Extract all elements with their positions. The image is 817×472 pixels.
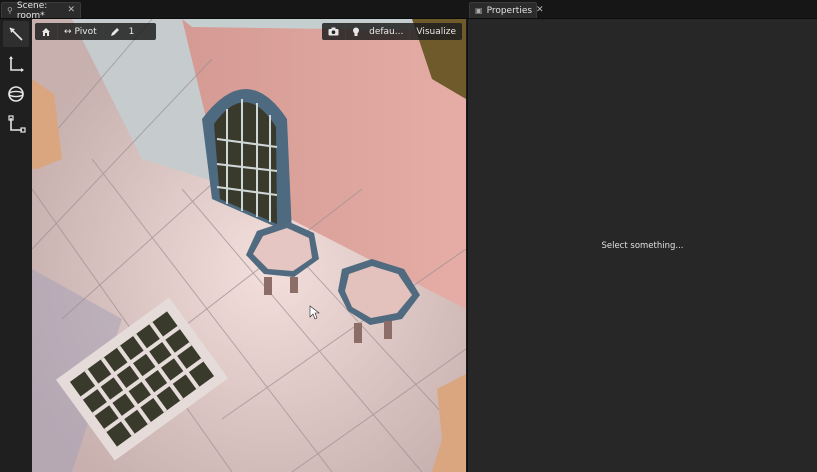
camera-button[interactable] (322, 23, 345, 40)
home-icon (42, 27, 50, 36)
tab-bar: ⚲ Scene: room* ✕ ▣ Properties ✕ (0, 0, 817, 21)
scene-viewport[interactable]: ↔ Pivot 1 defau... Visualize (32, 19, 466, 472)
visualize-label: Visualize (416, 26, 456, 37)
viewport-toolbar-right: defau... Visualize (322, 23, 462, 40)
tab-scene[interactable]: ⚲ Scene: room* ✕ (1, 0, 81, 21)
pencil-icon (110, 27, 119, 36)
lighting-dropdown[interactable]: defau... (346, 23, 409, 40)
visualize-dropdown[interactable]: Visualize (410, 23, 462, 40)
camera-icon (328, 27, 339, 36)
move-tool[interactable] (3, 51, 29, 77)
select-tool[interactable] (3, 21, 29, 47)
scale-tool[interactable] (3, 111, 29, 137)
window-icon: ▣ (475, 6, 483, 15)
axis-move-icon (9, 56, 24, 72)
properties-empty-hint: Select something... (601, 241, 684, 251)
lighting-label: defau... (369, 26, 404, 37)
arrow-icon (9, 27, 23, 41)
tool-column (0, 19, 33, 472)
tab-properties[interactable]: ▣ Properties ✕ (469, 2, 544, 18)
sphere-rotate-icon (8, 86, 24, 102)
lightbulb-icon (353, 27, 360, 36)
axis-scale-icon (8, 115, 26, 133)
scene-icon: ⚲ (7, 6, 13, 15)
pivot-icon: ↔ (64, 26, 72, 37)
pivot-toggle[interactable]: ↔ Pivot (58, 23, 103, 40)
tab-scene-label: Scene: room* (16, 0, 48, 21)
tab-properties-label: Properties (486, 5, 533, 16)
close-icon[interactable]: ✕ (67, 6, 75, 15)
brush-size-field[interactable]: 1 (104, 23, 156, 40)
scene-render (32, 19, 466, 472)
close-icon[interactable]: ✕ (536, 6, 544, 15)
rotate-tool[interactable] (3, 81, 29, 107)
home-button[interactable] (35, 23, 57, 40)
viewport-toolbar-left: ↔ Pivot 1 (35, 23, 156, 40)
properties-panel: Select something... (467, 19, 817, 472)
brush-size-value: 1 (128, 26, 135, 37)
pivot-label: Pivot (74, 26, 97, 37)
